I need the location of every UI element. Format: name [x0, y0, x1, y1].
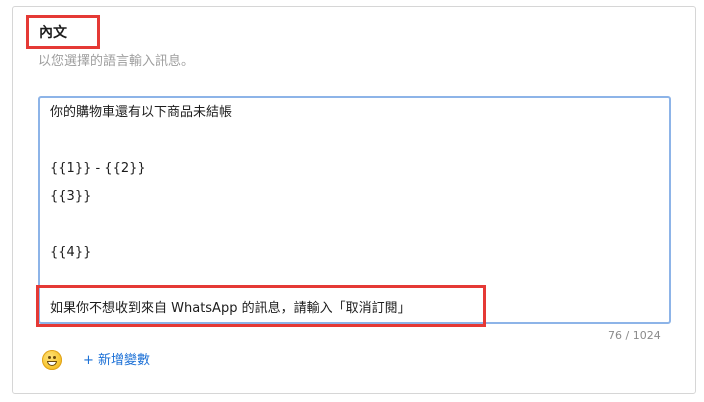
title-highlight-box: 內文: [26, 15, 100, 49]
grinning-face-emoji-icon[interactable]: [42, 350, 62, 370]
last-line-highlight-box: [36, 285, 486, 327]
editor-line: 你的購物車還有以下商品未結帳: [50, 105, 233, 120]
editor-line: {{3}}: [50, 189, 92, 204]
emoji-mouth: [47, 361, 57, 366]
add-variable-button[interactable]: + 新增變數: [83, 352, 150, 370]
section-title: 內文: [39, 25, 67, 41]
editor-line: {{4}}: [50, 245, 92, 260]
emoji-eye: [48, 356, 51, 359]
section-subtitle: 以您選擇的語言輸入訊息。: [38, 54, 195, 69]
editor-line: {{1}} - {{2}}: [50, 161, 146, 176]
emoji-eye: [53, 356, 56, 359]
character-counter: 76 / 1024: [608, 329, 661, 342]
